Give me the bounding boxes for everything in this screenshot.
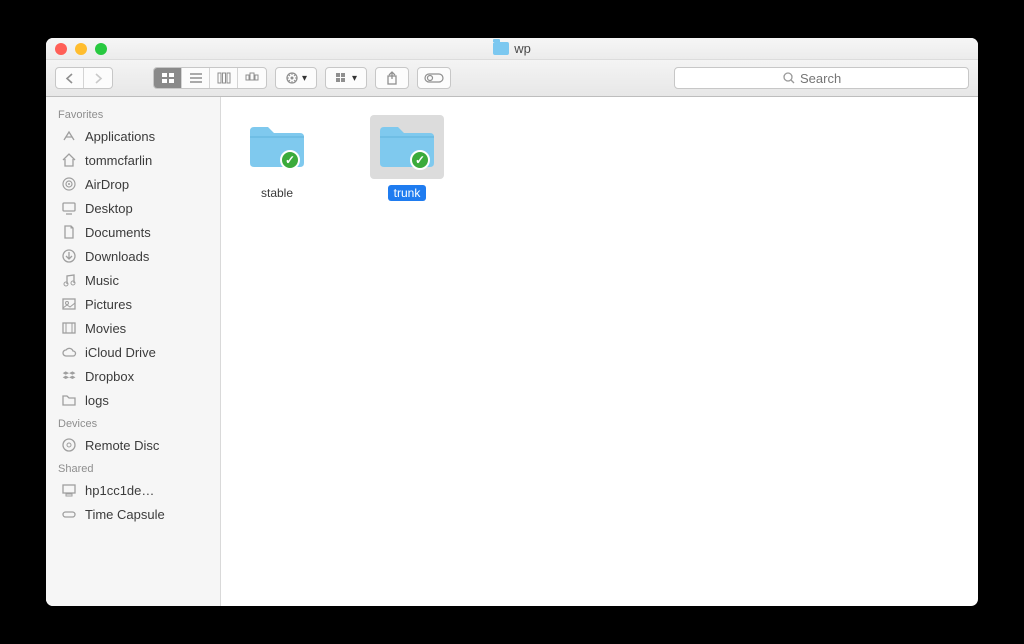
disc-icon xyxy=(60,437,78,453)
titlebar[interactable]: wp xyxy=(46,38,978,60)
edit-tags-button[interactable] xyxy=(417,67,451,89)
desktop-icon xyxy=(60,200,78,216)
sidebar-item-label: Downloads xyxy=(85,249,149,264)
app-icon xyxy=(60,128,78,144)
dropbox-icon xyxy=(60,368,78,384)
sidebar-item-label: hp1cc1de… xyxy=(85,483,154,498)
favorites-header: Favorites xyxy=(46,103,220,124)
sync-badge-icon xyxy=(280,150,300,170)
folder-label: trunk xyxy=(388,185,427,201)
folder-icon xyxy=(60,392,78,408)
sidebar-item-music[interactable]: Music xyxy=(46,268,220,292)
sidebar-item-airdrop[interactable]: AirDrop xyxy=(46,172,220,196)
pictures-icon xyxy=(60,296,78,312)
sidebar-item-downloads[interactable]: Downloads xyxy=(46,244,220,268)
sidebar-item-label: Applications xyxy=(85,129,155,144)
sidebar-item-label: Movies xyxy=(85,321,126,336)
action-menu-button[interactable]: ▾ xyxy=(275,67,317,89)
view-list-button[interactable] xyxy=(182,68,210,88)
toolbar: ▾ ▾ xyxy=(46,60,978,97)
sidebar-item-movies[interactable]: Movies xyxy=(46,316,220,340)
folder-icon xyxy=(240,115,314,179)
folder-label: stable xyxy=(255,185,299,201)
search-field[interactable] xyxy=(674,67,969,89)
view-mode-buttons xyxy=(153,67,267,89)
search-icon xyxy=(783,72,795,84)
title-text: wp xyxy=(514,41,531,56)
nav-buttons xyxy=(55,67,113,89)
arrange-menu-button[interactable]: ▾ xyxy=(325,67,367,89)
sidebar-item-icloud-drive[interactable]: iCloud Drive xyxy=(46,340,220,364)
search-input[interactable] xyxy=(800,71,860,86)
sidebar-item-label: Desktop xyxy=(85,201,133,216)
finder-window: wp xyxy=(46,38,978,606)
folder-stable[interactable]: stable xyxy=(237,115,317,201)
chevron-down-icon: ▾ xyxy=(352,73,357,84)
downloads-icon xyxy=(60,248,78,264)
movies-icon xyxy=(60,320,78,336)
content-area[interactable]: stable trunk xyxy=(221,97,978,606)
airdrop-icon xyxy=(60,176,78,192)
sidebar-item-documents[interactable]: Documents xyxy=(46,220,220,244)
cloud-icon xyxy=(60,344,78,360)
window-title: wp xyxy=(46,41,978,56)
forward-button[interactable] xyxy=(84,68,112,88)
sidebar: Favorites Applications tommcfarlin AirDrop… xyxy=(46,97,221,606)
sidebar-item-label: logs xyxy=(85,393,109,408)
sidebar-item-label: tommcfarlin xyxy=(85,153,152,168)
sidebar-item-tommcfarlin[interactable]: tommcfarlin xyxy=(46,148,220,172)
sidebar-item-desktop[interactable]: Desktop xyxy=(46,196,220,220)
sidebar-item-applications[interactable]: Applications xyxy=(46,124,220,148)
sidebar-item-label: Remote Disc xyxy=(85,438,159,453)
home-icon xyxy=(60,152,78,168)
sidebar-item-label: Pictures xyxy=(85,297,132,312)
devices-header: Devices xyxy=(46,412,220,433)
sidebar-item-logs[interactable]: logs xyxy=(46,388,220,412)
computer-icon xyxy=(60,482,78,498)
sidebar-item-pictures[interactable]: Pictures xyxy=(46,292,220,316)
sidebar-item-hp1cc1de-[interactable]: hp1cc1de… xyxy=(46,478,220,502)
view-icon-button[interactable] xyxy=(154,68,182,88)
sidebar-item-label: Music xyxy=(85,273,119,288)
shared-header: Shared xyxy=(46,457,220,478)
sync-badge-icon xyxy=(410,150,430,170)
sidebar-item-time-capsule[interactable]: Time Capsule xyxy=(46,502,220,526)
sidebar-item-label: Documents xyxy=(85,225,151,240)
sidebar-item-label: Dropbox xyxy=(85,369,134,384)
music-icon xyxy=(60,272,78,288)
sidebar-item-label: iCloud Drive xyxy=(85,345,156,360)
view-column-button[interactable] xyxy=(210,68,238,88)
sidebar-item-label: AirDrop xyxy=(85,177,129,192)
folder-icon xyxy=(493,42,509,55)
capsule-icon xyxy=(60,506,78,522)
documents-icon xyxy=(60,224,78,240)
sidebar-item-dropbox[interactable]: Dropbox xyxy=(46,364,220,388)
share-button[interactable] xyxy=(375,67,409,89)
view-coverflow-button[interactable] xyxy=(238,68,266,88)
sidebar-item-remote-disc[interactable]: Remote Disc xyxy=(46,433,220,457)
folder-icon xyxy=(370,115,444,179)
chevron-down-icon: ▾ xyxy=(302,73,307,84)
back-button[interactable] xyxy=(56,68,84,88)
sidebar-item-label: Time Capsule xyxy=(85,507,165,522)
folder-trunk[interactable]: trunk xyxy=(367,115,447,201)
